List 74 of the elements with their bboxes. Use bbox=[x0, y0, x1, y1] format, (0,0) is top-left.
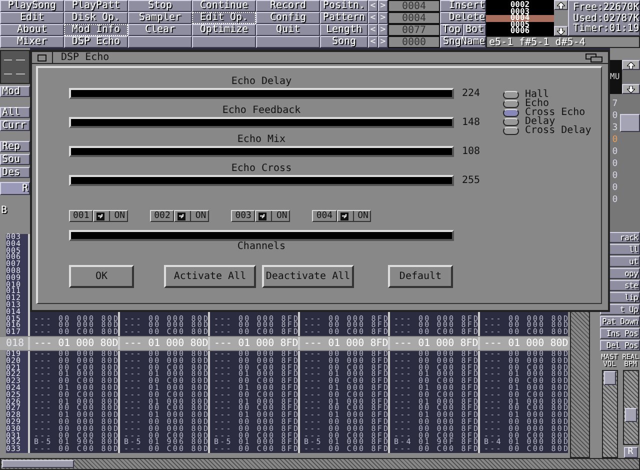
scroll-up-icon[interactable] bbox=[626, 62, 635, 68]
close-box-icon[interactable] bbox=[36, 52, 48, 62]
mode-option[interactable]: Hall bbox=[503, 90, 592, 99]
slider-label: Echo Mix bbox=[236, 134, 287, 146]
value-display: 0077 bbox=[388, 24, 440, 36]
channels-label: Channels bbox=[236, 241, 287, 253]
slider-thumb[interactable] bbox=[624, 408, 636, 422]
slider-track[interactable] bbox=[69, 88, 454, 99]
dialog-button[interactable]: Default bbox=[388, 265, 453, 288]
channels-bar[interactable] bbox=[69, 230, 454, 241]
info-text: Used:02787K bbox=[573, 14, 640, 24]
position-item[interactable]: 0006 bbox=[486, 28, 554, 34]
info-text: Free:22670K bbox=[573, 3, 640, 13]
mode-option[interactable]: Cross Delay bbox=[503, 126, 592, 135]
horizontal-scrollbar[interactable] bbox=[0, 458, 640, 470]
track-digit: 7 bbox=[612, 98, 618, 110]
scroll-thumb[interactable] bbox=[620, 114, 640, 132]
slider-track[interactable] bbox=[69, 117, 454, 128]
value-display: 0004 bbox=[388, 0, 440, 12]
channel-number: 001 bbox=[69, 210, 94, 222]
slider-value: 148 bbox=[462, 118, 480, 128]
channel-toggle[interactable]: ON bbox=[336, 210, 372, 222]
return-arrow-icon bbox=[177, 212, 186, 220]
channel-number: 002 bbox=[150, 210, 174, 222]
track-digit: 0 bbox=[612, 170, 618, 182]
window-title: DSP Echo bbox=[61, 52, 110, 62]
menu-button[interactable]: Mod Info bbox=[64, 24, 128, 36]
return-arrow-icon bbox=[340, 212, 349, 220]
dialog-button[interactable]: Activate All bbox=[164, 265, 256, 288]
channel-toggle[interactable]: ON bbox=[174, 210, 210, 222]
dialog-button[interactable]: OK bbox=[69, 265, 134, 288]
value-display: 0004 bbox=[388, 12, 440, 24]
position-item[interactable]: 0002 bbox=[486, 2, 554, 8]
slider-value: 108 bbox=[462, 146, 480, 156]
position-item[interactable]: 0005 bbox=[486, 22, 554, 28]
channel-toggle[interactable]: ON bbox=[93, 210, 128, 222]
track-digit: 0 bbox=[612, 182, 618, 194]
slider-thumb[interactable] bbox=[604, 371, 616, 385]
vertical-slider[interactable] bbox=[602, 370, 618, 458]
slider-track[interactable] bbox=[69, 146, 454, 157]
slider-value: 255 bbox=[462, 176, 480, 186]
depth-icon[interactable] bbox=[584, 52, 604, 62]
position-item[interactable]: 0003 bbox=[486, 8, 554, 15]
channel-toggle[interactable]: ON bbox=[255, 210, 290, 222]
slider-label: Echo Feedback bbox=[221, 105, 302, 117]
channel-number: 004 bbox=[312, 210, 337, 222]
row-number: 018 bbox=[6, 336, 26, 350]
slider-value: 224 bbox=[462, 88, 480, 98]
return-arrow-icon bbox=[258, 212, 268, 220]
vertical-slider[interactable] bbox=[622, 370, 638, 445]
position-item[interactable]: 0004 bbox=[486, 15, 554, 22]
track-digit: 0 bbox=[612, 158, 618, 170]
value-display: 0000 bbox=[388, 36, 440, 48]
position-list[interactable]: 0002 0003 0004 0005 0006 bbox=[486, 0, 554, 36]
mode-option[interactable]: Delay bbox=[503, 117, 592, 126]
scroll-down-icon[interactable] bbox=[626, 86, 635, 92]
info-text: Timer:01:19 bbox=[573, 24, 640, 34]
display-text: MU bbox=[610, 60, 622, 94]
scroll-down-icon[interactable] bbox=[557, 28, 565, 34]
track-digit: 0 bbox=[612, 110, 618, 122]
return-arrow-icon bbox=[96, 212, 106, 220]
track-digit: 0 bbox=[612, 134, 618, 146]
dialog-button[interactable]: Deactivate All bbox=[262, 265, 354, 288]
scroll-up-icon[interactable] bbox=[557, 2, 565, 8]
slider-label: Echo Cross bbox=[230, 163, 293, 175]
slider-label: Echo Delay bbox=[230, 76, 293, 88]
slider-track[interactable] bbox=[69, 175, 454, 186]
mode-option[interactable]: Echo bbox=[503, 99, 592, 108]
mode-option[interactable]: Cross Echo bbox=[503, 108, 592, 117]
channel-number: 003 bbox=[231, 210, 256, 222]
track-digit: 0 bbox=[612, 194, 618, 206]
track-digit: 0 bbox=[612, 146, 618, 158]
track-digit: 3 bbox=[612, 122, 618, 134]
menu-button[interactable]: Edit Op. bbox=[192, 12, 256, 24]
